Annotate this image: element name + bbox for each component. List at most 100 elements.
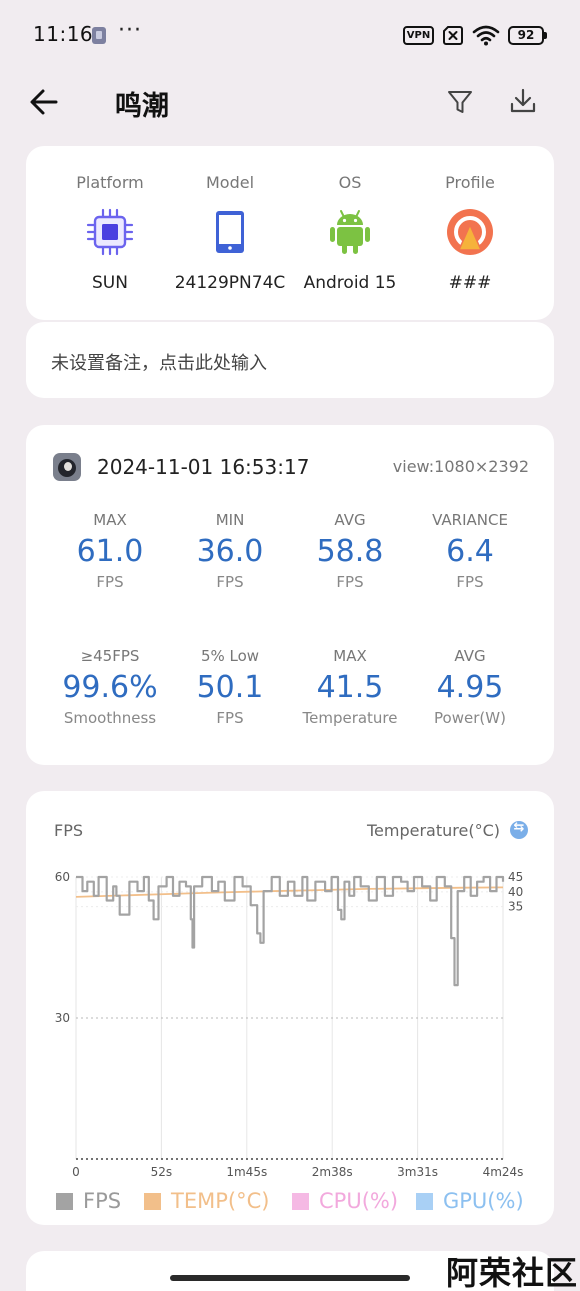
os-label: OS	[338, 173, 362, 192]
stat-value: 36.0	[196, 534, 264, 569]
stat-label: VARIANCE	[432, 511, 508, 529]
vpn-icon: VPN	[403, 26, 434, 45]
filter-icon[interactable]	[446, 88, 474, 116]
stat-label: 5% Low	[200, 647, 260, 665]
x-tick-label: 3m31s	[397, 1165, 438, 1179]
stat-label: AVG	[454, 647, 486, 665]
chart-legend: FPS TEMP(°C) CPU(%) GPU(%)	[56, 1186, 556, 1216]
profile-value: ###	[448, 273, 492, 293]
header: 鸣潮	[0, 70, 580, 134]
x-tick-label: 0	[72, 1165, 80, 1179]
stat-value: 4.95	[436, 670, 504, 705]
view-resolution: view:1080×2392	[392, 457, 529, 476]
legend-cpu[interactable]: CPU(%)	[292, 1186, 398, 1216]
stat-unit: FPS	[216, 573, 244, 591]
right-tick-label: 35	[508, 900, 523, 914]
right-tick-label: 40	[508, 885, 523, 899]
more-notifications-icon: ···	[118, 18, 142, 43]
right-tick-label: 45	[508, 870, 523, 884]
x-tick-label: 4m24s	[483, 1165, 524, 1179]
x-tick-label: 2m38s	[312, 1165, 353, 1179]
wifi-icon	[472, 25, 500, 46]
device-model: Model 24129PN74C	[170, 146, 290, 320]
stat-value: 6.4	[446, 534, 494, 569]
legend-temp[interactable]: TEMP(°C)	[144, 1186, 269, 1216]
device-profile: Profile ###	[410, 146, 530, 320]
profile-label: Profile	[445, 173, 495, 192]
stat-max-temperature: MAX 41.5 Temperature	[290, 647, 410, 727]
profile-icon	[447, 209, 493, 255]
battery-icon: 92	[508, 26, 547, 45]
session-datetime: 2024-11-01 16:53:17	[97, 455, 310, 479]
watermark: 阿荣社区	[446, 1254, 579, 1291]
session-stats-card: 2024-11-01 16:53:17 view:1080×2392 MAX 6…	[26, 425, 554, 765]
chart-left-axis-label: FPS	[54, 821, 84, 840]
os-value: Android 15	[303, 273, 397, 293]
device-os: OS Android 15	[290, 146, 410, 320]
page-title: 鸣潮	[115, 91, 169, 122]
app-notification-icon	[92, 27, 106, 44]
stat-label: MIN	[215, 511, 245, 529]
stat-value: 99.6%	[62, 670, 158, 705]
legend-label: CPU(%)	[319, 1189, 399, 1213]
stat-unit: Power(W)	[434, 709, 506, 727]
left-tick-label: 60	[55, 870, 70, 884]
legend-swatch	[144, 1192, 161, 1210]
stat-unit: FPS	[216, 709, 244, 727]
download-icon[interactable]	[508, 86, 538, 116]
legend-gpu[interactable]: GPU(%)	[416, 1186, 524, 1216]
stat-value: 41.5	[316, 670, 384, 705]
stat-label: MAX	[333, 647, 367, 665]
stat-avg-power: AVG 4.95 Power(W)	[410, 647, 530, 727]
back-arrow-icon[interactable]	[28, 86, 60, 118]
stat-5pct-low: 5% Low 50.1 FPS	[170, 647, 290, 727]
fps-line	[76, 875, 505, 987]
device-platform: Platform SUN	[50, 146, 170, 320]
status-time: 11:16	[33, 22, 94, 46]
stat-label: AVG	[334, 511, 366, 529]
note-placeholder: 未设置备注，点击此处输入	[51, 353, 267, 374]
stat-unit: FPS	[96, 573, 124, 591]
chart-right-axis-label: Temperature(°C)	[366, 821, 500, 840]
stat-value: 61.0	[76, 534, 144, 569]
stat-unit: FPS	[456, 573, 484, 591]
fps-chart[interactable]: 0 52s 1m45s 2m38s 3m31s 4m24s 60 30 454035	[26, 851, 554, 1181]
android-icon	[330, 210, 370, 254]
note-input[interactable]: 未设置备注，点击此处输入	[26, 322, 554, 398]
stat-value: 58.8	[316, 534, 384, 569]
stat-avg-fps: AVG 58.8 FPS	[290, 511, 410, 591]
stat-label: MAX	[93, 511, 127, 529]
x-tick-label: 1m45s	[226, 1165, 267, 1179]
platform-label: Platform	[76, 173, 144, 192]
left-tick-label: 30	[55, 1011, 70, 1025]
phone-icon	[216, 211, 244, 253]
stat-unit: Temperature	[302, 709, 398, 727]
stat-unit: Smoothness	[63, 709, 157, 727]
legend-label: FPS	[83, 1189, 122, 1213]
gesture-nav-handle[interactable]	[170, 1275, 410, 1281]
status-bar: 11:16 ··· VPN 92	[0, 0, 580, 70]
model-value: 24129PN74C	[174, 273, 286, 293]
stat-label: ≥45FPS	[80, 647, 140, 665]
legend-swatch	[292, 1192, 309, 1210]
fps-chart-card: FPS Temperature(°C) 0 52s 1m45s 2m38s 3m31s 4…	[26, 791, 554, 1225]
stat-smoothness: ≥45FPS 99.6% Smoothness	[50, 647, 170, 727]
x-tick-label: 52s	[151, 1165, 173, 1179]
stat-max-fps: MAX 61.0 FPS	[50, 511, 170, 591]
swap-axis-icon[interactable]	[510, 820, 528, 839]
legend-swatch	[56, 1192, 73, 1210]
legend-label: GPU(%)	[443, 1189, 524, 1213]
legend-label: TEMP(°C)	[171, 1189, 270, 1213]
stat-unit: FPS	[336, 573, 364, 591]
stat-value: 50.1	[196, 670, 264, 705]
no-sim-icon	[443, 26, 463, 45]
game-icon	[53, 453, 81, 481]
stat-min-fps: MIN 36.0 FPS	[170, 511, 290, 591]
stat-variance-fps: VARIANCE 6.4 FPS	[410, 511, 530, 591]
chip-icon	[86, 208, 134, 256]
platform-value: SUN	[92, 273, 128, 293]
legend-fps[interactable]: FPS	[56, 1186, 121, 1216]
legend-swatch	[416, 1192, 433, 1210]
device-info-card: Platform SUN Model 24129PN74C OS Android…	[26, 146, 554, 320]
model-label: Model	[205, 173, 255, 192]
